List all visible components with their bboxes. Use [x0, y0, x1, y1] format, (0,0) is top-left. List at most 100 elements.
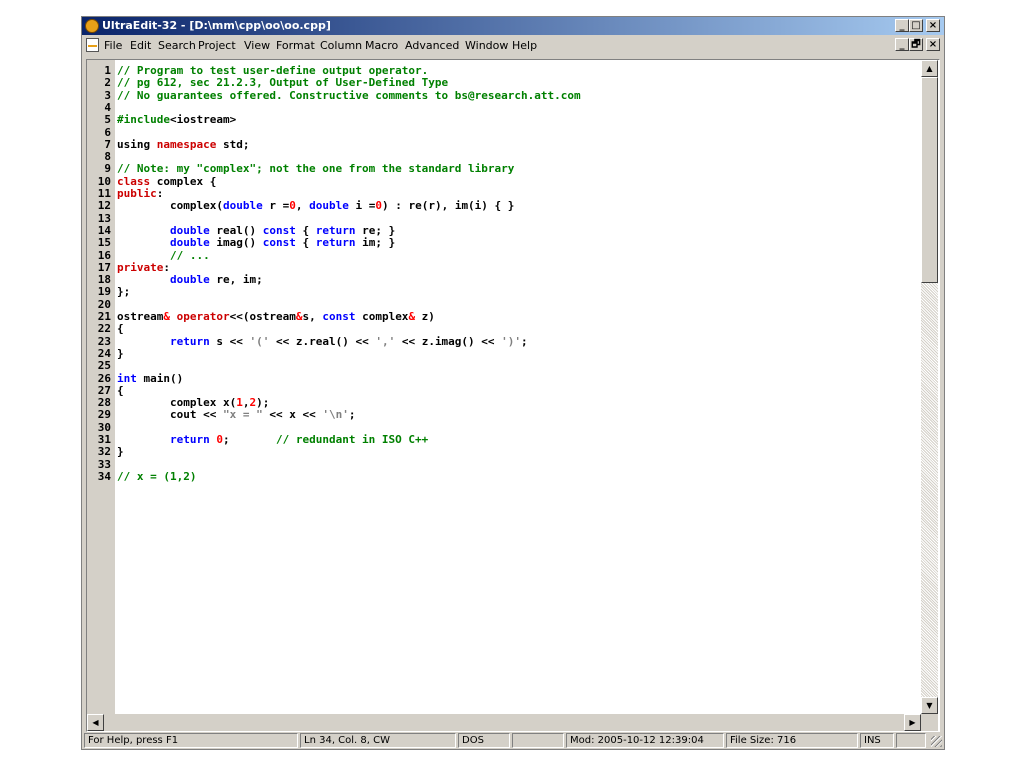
- line-number: 12: [97, 199, 111, 213]
- code-token: complex x(: [117, 396, 237, 410]
- line-number: 32: [97, 445, 111, 459]
- code-line[interactable]: ostream& operator<<(ostream&s, const com…: [117, 311, 435, 323]
- doc-close-button[interactable]: ×: [926, 38, 940, 51]
- line-number: 15: [97, 236, 111, 250]
- code-token: '\n': [322, 408, 349, 422]
- code-line[interactable]: using namespace std;: [117, 137, 249, 151]
- code-token: << x <<: [262, 408, 323, 422]
- horizontal-scrollbar[interactable]: ◀ ▶: [87, 714, 921, 731]
- scroll-left-arrow-icon[interactable]: ◀: [87, 714, 104, 731]
- code-line[interactable]: }: [117, 446, 124, 458]
- editor-pane[interactable]: 1 2 3 4 5 6 7 8 9 10 11 12 13 14 15 16 17 18 19 20 21 22 23 24 2…: [86, 59, 940, 732]
- status-insert-mode: INS: [860, 733, 894, 748]
- resize-grip-icon[interactable]: [931, 736, 942, 747]
- code-line[interactable]: return s << '(' << z.real() << ',' << z.…: [117, 334, 528, 348]
- document-icon[interactable]: [86, 38, 99, 52]
- code-line[interactable]: class complex {: [117, 174, 216, 188]
- code-line[interactable]: return 0; // redundant in ISO C++: [117, 434, 428, 446]
- minimize-button[interactable]: _: [895, 19, 909, 32]
- code-token: s,: [302, 310, 323, 323]
- doc-restore-button[interactable]: 🗗: [909, 38, 923, 51]
- doc-minimize-button[interactable]: _: [895, 38, 909, 51]
- menu-bar: File Edit Search Project View Format Col…: [82, 35, 944, 56]
- code-line[interactable]: {: [117, 323, 124, 335]
- code-token: &: [163, 310, 170, 323]
- code-line[interactable]: // No guarantees offered. Constructive c…: [117, 89, 581, 102]
- code-token: << z.real() <<: [269, 334, 376, 348]
- vertical-scroll-thumb[interactable]: [921, 77, 938, 283]
- line-number: 25: [97, 359, 111, 373]
- code-token: <<(ostream: [229, 310, 296, 323]
- code-token: real(): [209, 223, 263, 237]
- code-token: '(': [249, 334, 270, 348]
- line-number: 10: [97, 174, 111, 188]
- code-line[interactable]: // Note: my "complex"; not the one from …: [117, 163, 514, 175]
- code-token: {: [117, 383, 124, 397]
- code-area[interactable]: // Program to test user-define output op…: [117, 65, 929, 713]
- code-token: namespace: [156, 137, 217, 151]
- code-line[interactable]: // Program to test user-define output op…: [117, 65, 428, 77]
- code-token: ')': [501, 334, 522, 348]
- code-line[interactable]: }: [117, 347, 124, 360]
- line-number: 27: [97, 383, 111, 397]
- code-line[interactable]: int main(): [117, 371, 184, 385]
- code-line[interactable]: private:: [117, 260, 170, 274]
- code-line[interactable]: // x = (1,2): [117, 470, 196, 483]
- code-token: :: [163, 260, 170, 274]
- scroll-up-arrow-icon[interactable]: ▲: [921, 60, 938, 77]
- ultraedit-window: UltraEdit-32 - [D:\mm\cpp\oo\oo.cpp] _ □…: [81, 16, 945, 750]
- code-token: // redundant in ISO C++: [275, 433, 429, 446]
- code-line[interactable]: // pg 612, sec 21.2.3, Output of User-De…: [117, 77, 448, 89]
- code-line[interactable]: // ...: [117, 249, 210, 262]
- status-file-size: File Size: 716: [726, 733, 858, 748]
- code-line[interactable]: double re, im;: [117, 274, 263, 286]
- code-line[interactable]: #include<iostream>: [117, 114, 236, 126]
- code-token: class: [117, 174, 151, 188]
- scroll-down-arrow-icon[interactable]: ▼: [921, 697, 938, 714]
- code-token: ;: [222, 433, 276, 446]
- line-number: 31: [97, 433, 111, 446]
- line-number: 23: [97, 334, 111, 348]
- code-token: ) : re(r), im(i) { }: [381, 199, 515, 213]
- line-number: 3: [104, 88, 111, 102]
- code-line[interactable]: public:: [117, 188, 163, 200]
- code-token: // Note: my "complex"; not the one from …: [117, 162, 515, 176]
- title-bar[interactable]: UltraEdit-32 - [D:\mm\cpp\oo\oo.cpp] _ □…: [82, 17, 944, 35]
- code-token: }: [117, 445, 124, 459]
- menu-search[interactable]: Search: [158, 39, 196, 52]
- code-line[interactable]: complex x(1,2);: [117, 397, 269, 409]
- menu-view[interactable]: View: [244, 39, 270, 52]
- menu-advanced[interactable]: Advanced: [405, 39, 459, 52]
- code-line[interactable]: {: [117, 383, 124, 397]
- code-line[interactable]: double imag() const { return im; }: [117, 237, 395, 249]
- code-line[interactable]: double real() const { return re; }: [117, 223, 395, 237]
- line-number: 4: [104, 100, 111, 114]
- line-number: 26: [97, 371, 111, 385]
- vertical-scrollbar[interactable]: ▲ ▼: [921, 60, 938, 714]
- code-token: return: [169, 334, 210, 348]
- maximize-button[interactable]: □: [909, 19, 923, 32]
- code-token: main(): [136, 371, 184, 385]
- code-line[interactable]: };: [117, 286, 130, 298]
- code-line[interactable]: cout << "x = " << x << '\n';: [117, 409, 355, 421]
- close-button[interactable]: ×: [926, 19, 940, 32]
- menu-column[interactable]: Column: [320, 39, 362, 52]
- menu-edit[interactable]: Edit: [130, 39, 151, 52]
- menu-format[interactable]: Format: [276, 39, 315, 52]
- ultraedit-app-icon[interactable]: [85, 19, 99, 33]
- line-number: 24: [97, 346, 111, 360]
- scroll-right-arrow-icon[interactable]: ▶: [904, 714, 921, 731]
- code-token: cout <<: [117, 408, 223, 422]
- menu-help[interactable]: Help: [512, 39, 537, 52]
- code-token: 0: [216, 433, 223, 446]
- menu-window[interactable]: Window: [465, 39, 508, 52]
- code-token: ;: [348, 408, 356, 422]
- code-token: 0: [289, 199, 296, 213]
- menu-macro[interactable]: Macro: [365, 39, 398, 52]
- code-token: const: [262, 223, 296, 237]
- menu-file[interactable]: File: [104, 39, 122, 52]
- menu-project[interactable]: Project: [198, 39, 236, 52]
- code-token: <iostream>: [169, 113, 237, 127]
- code-line[interactable]: complex(double r =0, double i =0) : re(r…: [117, 200, 514, 212]
- line-number: 5: [104, 113, 111, 127]
